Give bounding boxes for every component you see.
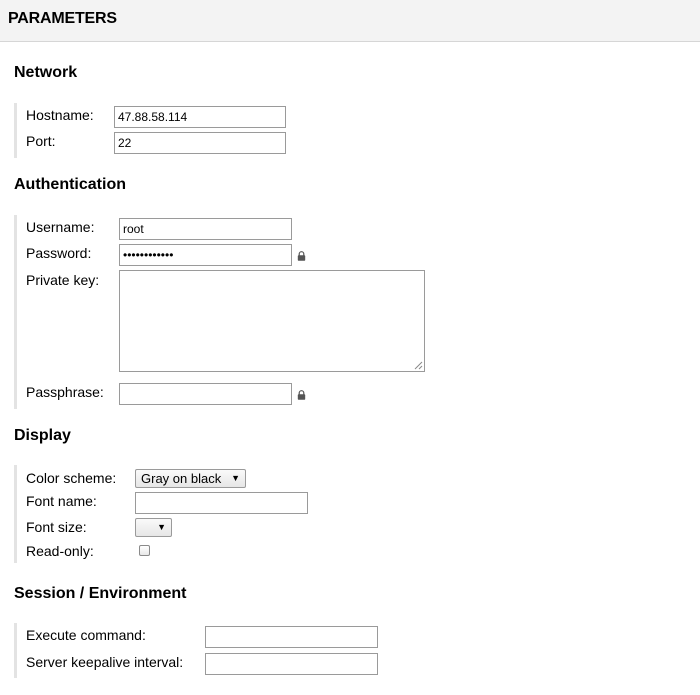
password-input[interactable] [119, 244, 292, 266]
section-title-session-environment: Session / Environment [14, 585, 187, 602]
resize-grip-icon[interactable] [414, 361, 423, 370]
read-only-label: Read-only: [26, 543, 94, 559]
username-label: Username: [26, 219, 95, 235]
lock-icon [297, 251, 306, 261]
read-only-checkbox[interactable] [139, 545, 150, 556]
private-key-textarea[interactable] [119, 270, 425, 372]
section-bar-network [14, 103, 17, 158]
section-bar-authentication [14, 215, 17, 409]
private-key-label: Private key: [26, 272, 100, 288]
font-name-label: Font name: [26, 493, 97, 509]
font-name-input[interactable] [135, 492, 308, 514]
keepalive-input[interactable] [205, 653, 378, 675]
triangle-down-icon: ▼ [231, 473, 240, 483]
keepalive-label: Server keepalive interval: [26, 654, 184, 670]
username-input[interactable] [119, 218, 292, 240]
passphrase-input[interactable] [119, 383, 292, 405]
port-label: Port: [26, 133, 56, 149]
font-size-label: Font size: [26, 519, 87, 535]
section-title-network: Network [14, 64, 78, 81]
port-input[interactable] [114, 132, 286, 154]
password-label: Password: [26, 245, 92, 261]
parameters-header: PARAMETERS [0, 0, 700, 42]
hostname-label: Hostname: [26, 107, 94, 123]
triangle-down-icon: ▼ [157, 522, 166, 532]
execute-command-input[interactable] [205, 626, 378, 648]
section-bar-session [14, 623, 17, 678]
hostname-input[interactable] [114, 106, 286, 128]
font-size-select[interactable]: ▼ [135, 518, 172, 537]
section-title-display: Display [14, 427, 71, 444]
color-scheme-label: Color scheme: [26, 470, 117, 486]
page-title: PARAMETERS [8, 10, 117, 27]
section-bar-display [14, 465, 17, 563]
color-scheme-select[interactable]: Gray on black ▼ [135, 469, 246, 488]
execute-command-label: Execute command: [26, 627, 146, 643]
passphrase-label: Passphrase: [26, 384, 104, 400]
lock-icon [297, 390, 306, 400]
color-scheme-selected-value: Gray on black [141, 471, 222, 486]
section-title-authentication: Authentication [14, 176, 126, 193]
